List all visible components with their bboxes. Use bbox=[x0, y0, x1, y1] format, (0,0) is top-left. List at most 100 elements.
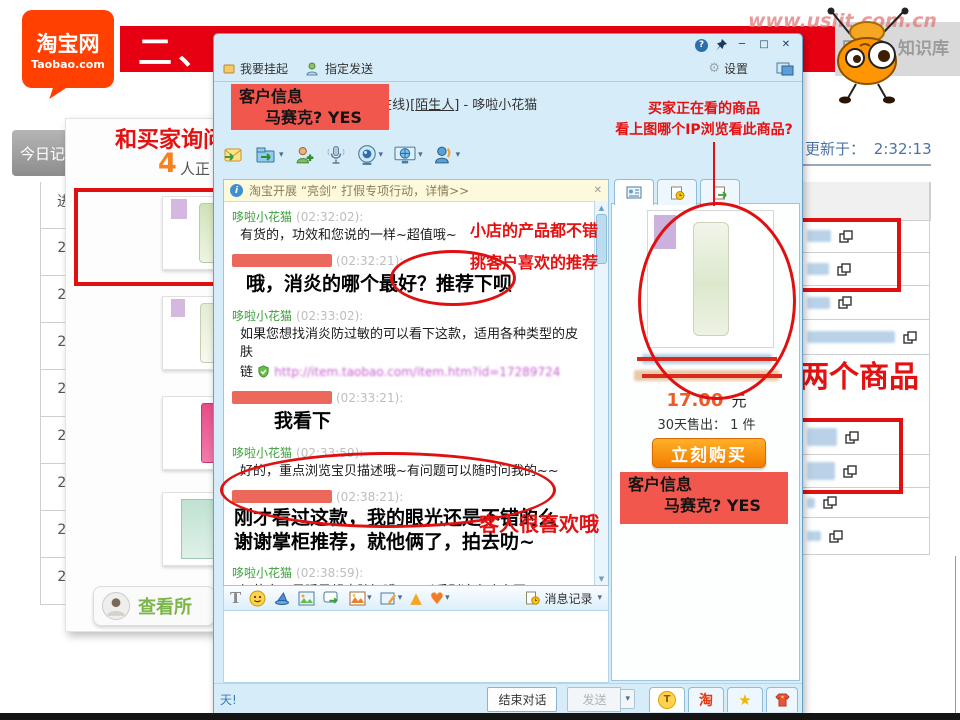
caret-down-icon[interactable]: ▾ bbox=[398, 593, 403, 603]
caret-down-icon[interactable]: ▾ bbox=[597, 593, 602, 603]
open-link-icon[interactable] bbox=[845, 430, 859, 444]
quick-reply-icon[interactable] bbox=[323, 591, 341, 606]
redacted-link bbox=[807, 263, 829, 275]
product-link-row[interactable] bbox=[803, 220, 930, 253]
product-link-row[interactable] bbox=[803, 420, 930, 455]
help-button[interactable]: ? bbox=[695, 38, 708, 52]
message-icon[interactable] bbox=[222, 145, 244, 165]
magic-emotion-icon[interactable] bbox=[274, 590, 290, 606]
notice-close-icon[interactable]: ✕ bbox=[594, 185, 602, 196]
tab-contact-info[interactable] bbox=[614, 179, 654, 205]
add-contact-icon[interactable] bbox=[294, 145, 316, 165]
heart-icon: ♥ bbox=[429, 588, 445, 608]
caret-down-icon[interactable]: ▾ bbox=[456, 150, 461, 160]
message-input-area[interactable] bbox=[223, 611, 609, 683]
notice-text-link[interactable]: 淘宝开展 “亮剑” 打假专项行动，详情>> bbox=[249, 182, 588, 199]
annotation-line: 客户信息 bbox=[628, 475, 693, 494]
caret-down-icon[interactable]: ▾ bbox=[279, 150, 284, 160]
view-all-button[interactable]: 查看所 bbox=[93, 586, 215, 626]
buzz-icon[interactable]: ▲ bbox=[410, 589, 422, 607]
scroll-down-icon[interactable]: ▼ bbox=[595, 575, 608, 583]
scroll-up-icon[interactable]: ▲ bbox=[595, 201, 608, 212]
price-unit: 元 bbox=[731, 392, 747, 410]
sold-row: 30天售出： 1 件 bbox=[612, 414, 801, 433]
caret-down-icon[interactable]: ▾ bbox=[445, 593, 450, 603]
open-link-icon[interactable] bbox=[829, 529, 843, 543]
buy-now-label: 立刻购买 bbox=[671, 445, 747, 466]
product-link-row[interactable] bbox=[803, 488, 930, 518]
minimize-button[interactable]: ─ bbox=[734, 38, 750, 52]
taobao-logo-cn: 淘宝网 bbox=[36, 31, 100, 56]
product-link-row[interactable] bbox=[803, 320, 930, 355]
open-link-icon[interactable] bbox=[903, 330, 917, 344]
image-icon[interactable] bbox=[298, 591, 315, 606]
verified-shield-icon bbox=[258, 365, 269, 378]
chat-message-seller: 哆啦小花猫 (02:33:02): 如果您想找消炎防过敏的可以看下这款，适用各种类… bbox=[232, 307, 588, 383]
direct-send-button[interactable]: 指定发送 bbox=[306, 60, 373, 77]
message-history-button[interactable]: 消息记录 ▾ bbox=[525, 590, 602, 607]
tab-taobao[interactable]: 淘 bbox=[688, 686, 724, 712]
caret-down-icon[interactable]: ▾ bbox=[379, 150, 384, 160]
visitor-item[interactable]: 北京 123. 正在 bbox=[78, 292, 297, 376]
frame-border-right bbox=[955, 556, 956, 713]
visitor-item[interactable]: 海南 61. 正在 bbox=[78, 192, 294, 276]
annotation-line: 马赛克? YES bbox=[664, 495, 761, 515]
microphone-icon[interactable] bbox=[326, 144, 346, 166]
gift-heart-icon[interactable]: ♥ ▾ bbox=[430, 589, 450, 608]
sidebar-tabs bbox=[614, 179, 740, 205]
settings-button[interactable]: ⚙ 设置 bbox=[708, 60, 748, 77]
peer-stranger-link[interactable]: 陌生人 bbox=[415, 98, 454, 113]
product-link-row[interactable] bbox=[803, 286, 930, 320]
redacted-buyer-name bbox=[232, 490, 332, 504]
product-link-row[interactable] bbox=[803, 455, 930, 488]
open-link-icon[interactable] bbox=[839, 229, 853, 243]
end-conversation-button[interactable]: 结束对话 bbox=[487, 686, 558, 712]
caret-down-icon[interactable]: ▾ bbox=[367, 593, 372, 603]
font-icon[interactable]: T bbox=[230, 589, 241, 607]
open-link-icon[interactable] bbox=[838, 296, 852, 309]
panel-toggle-icon[interactable] bbox=[776, 61, 794, 76]
viewed-product-image[interactable] bbox=[647, 210, 774, 348]
visitor-item[interactable]: 辽宁 113. 正在 bbox=[78, 488, 297, 572]
message-time: (02:38:21): bbox=[336, 490, 404, 505]
gear-icon: ⚙ bbox=[708, 61, 720, 76]
open-link-icon[interactable] bbox=[843, 464, 857, 478]
redacted-buyer-name bbox=[232, 391, 332, 405]
hold-conversation-button[interactable]: 我要挂起 bbox=[222, 60, 288, 77]
annotation-line: 买家正在看的商品 bbox=[648, 101, 760, 117]
tab-shop[interactable] bbox=[766, 686, 798, 712]
notice-bar: i 淘宝开展 “亮剑” 打假专项行动，详情>> ✕ bbox=[224, 180, 608, 202]
visitor-count: 4 bbox=[158, 148, 177, 179]
emoticon-icon[interactable] bbox=[249, 590, 266, 607]
close-button[interactable]: ✕ bbox=[778, 38, 794, 52]
view-all-label: 查看所 bbox=[138, 597, 192, 618]
updated-at-row: 更新于： 2:32:13 bbox=[805, 138, 932, 159]
message-text: 我看下 bbox=[274, 410, 332, 433]
visitor-item[interactable]: 河北 121. 正在 bbox=[78, 392, 297, 476]
product-link[interactable]: http://item.taobao.com/item.htm?id=17289… bbox=[274, 365, 560, 379]
webcam-icon[interactable]: ▾ bbox=[356, 144, 384, 166]
file-transfer-icon[interactable]: ▾ bbox=[254, 145, 284, 165]
redaction-strike bbox=[642, 374, 782, 378]
pin-button[interactable] bbox=[714, 38, 728, 52]
tab-favorites[interactable]: ★ bbox=[727, 686, 763, 712]
screenshot-icon[interactable]: ▾ bbox=[380, 591, 403, 606]
open-link-icon[interactable] bbox=[837, 262, 851, 276]
tab-coin[interactable]: T bbox=[649, 686, 685, 712]
caret-down-icon[interactable]: ▾ bbox=[418, 150, 423, 160]
buy-now-button[interactable]: 立刻购买 bbox=[652, 438, 766, 468]
window-titlebar[interactable]: ? ─ □ ✕ bbox=[214, 34, 802, 56]
star-icon: ★ bbox=[738, 690, 752, 709]
send-options-button[interactable]: ▾ bbox=[621, 689, 635, 709]
voice-call-icon[interactable]: ▾ bbox=[433, 145, 461, 165]
send-picture-icon[interactable]: ▾ bbox=[349, 591, 372, 606]
open-link-icon[interactable] bbox=[823, 496, 837, 509]
tab-quick-reply[interactable] bbox=[700, 179, 740, 205]
maximize-button[interactable]: □ bbox=[756, 38, 772, 52]
product-link-row[interactable] bbox=[803, 253, 930, 286]
remote-desktop-icon[interactable]: ▾ bbox=[393, 145, 423, 165]
tab-chat-history[interactable] bbox=[657, 179, 697, 205]
slide-bottom-strip bbox=[0, 713, 960, 720]
send-button[interactable]: 发送 bbox=[567, 686, 622, 712]
product-link-row[interactable] bbox=[803, 518, 930, 555]
